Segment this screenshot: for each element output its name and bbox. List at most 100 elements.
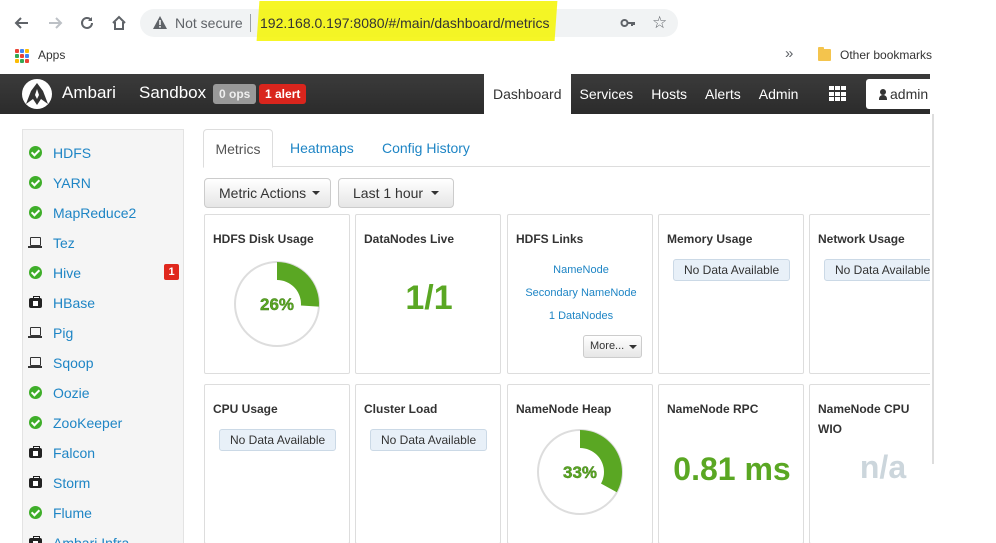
metric-actions-button[interactable]: Metric Actions xyxy=(204,178,331,208)
widget-network-usage[interactable]: Network Usage No Data Available xyxy=(809,214,942,374)
url-text[interactable]: 192.168.0.197:8080/#/main/dashboard/metr… xyxy=(260,15,550,31)
security-label: Not secure xyxy=(175,15,243,31)
nav-alerts[interactable]: Alerts xyxy=(696,74,750,114)
no-data-label: No Data Available xyxy=(219,429,337,451)
divider xyxy=(250,14,251,32)
alert-badge[interactable]: 1 alert xyxy=(259,84,307,104)
widget-hdfs-disk-usage[interactable]: HDFS Disk Usage 26% xyxy=(204,214,350,374)
service-name: YARN xyxy=(53,175,91,191)
address-bar[interactable]: Not secure 192.168.0.197:8080/#/main/das… xyxy=(140,1,678,41)
sidebar-item-flume[interactable]: Flume xyxy=(23,498,183,528)
cluster-name[interactable]: Sandbox xyxy=(139,83,206,103)
widget-value: 0.81 ms xyxy=(673,451,791,487)
page-margin xyxy=(930,74,996,543)
sidebar-item-sqoop[interactable]: Sqoop xyxy=(23,348,183,378)
widget-title: Memory Usage xyxy=(667,232,753,246)
sidebar-item-zookeeper[interactable]: ZooKeeper xyxy=(23,408,183,438)
services-sidebar: HDFS YARN MapReduce2 Tez Hive 1 HBase Pig… xyxy=(22,129,184,543)
tab-metrics[interactable]: Metrics xyxy=(203,129,273,168)
folder-icon xyxy=(818,47,831,61)
star-icon[interactable]: ☆ xyxy=(652,13,667,33)
sidebar-item-hive[interactable]: Hive 1 xyxy=(23,258,183,288)
nav-services[interactable]: Services xyxy=(571,74,643,114)
apps-icon[interactable] xyxy=(15,49,29,63)
home-icon[interactable] xyxy=(106,10,132,36)
sidebar-item-oozie[interactable]: Oozie xyxy=(23,378,183,408)
widget-title: NameNode CPU WIO xyxy=(818,402,910,436)
widget-namenode-cpu-wio[interactable]: NameNode CPU WIO n/a xyxy=(809,384,939,543)
widget-cpu-usage[interactable]: CPU Usage No Data Available xyxy=(204,384,350,543)
sidebar-item-storm[interactable]: Storm xyxy=(23,468,183,498)
service-name: Flume xyxy=(53,505,92,521)
medkit-icon xyxy=(29,476,42,489)
widget-title: Cluster Load xyxy=(364,402,438,416)
back-icon[interactable] xyxy=(9,10,35,36)
link-namenode[interactable]: NameNode xyxy=(508,264,654,276)
gauge-value: 33% xyxy=(563,463,597,482)
widget-memory-usage[interactable]: Memory Usage No Data Available xyxy=(658,214,804,374)
sidebar-item-mapreduce2[interactable]: MapReduce2 xyxy=(23,198,183,228)
gauge-value: 26% xyxy=(260,295,294,314)
widget-title: CPU Usage xyxy=(213,402,278,416)
tab-config-history[interactable]: Config History xyxy=(382,129,470,167)
laptop-icon xyxy=(28,236,42,249)
widget-hdfs-links[interactable]: HDFS Links NameNode Secondary NameNode 1… xyxy=(507,214,653,374)
check-circle-icon xyxy=(29,176,42,189)
service-name: ZooKeeper xyxy=(53,415,123,431)
nav-dashboard[interactable]: Dashboard xyxy=(484,74,571,114)
widget-title: NameNode Heap xyxy=(516,402,612,416)
reload-icon[interactable] xyxy=(74,10,100,36)
dashboard-tabs: Metrics Heatmaps Config History xyxy=(203,129,930,168)
service-name: Ambari Infra xyxy=(53,535,130,543)
sidebar-item-ambari-infra[interactable]: Ambari Infra xyxy=(23,528,183,543)
time-range-label: Last 1 hour xyxy=(353,185,424,201)
nav-admin[interactable]: Admin xyxy=(750,74,808,114)
service-name: Tez xyxy=(53,235,75,251)
link-secondary-namenode[interactable]: Secondary NameNode xyxy=(508,287,654,299)
browser-chrome: Not secure 192.168.0.197:8080/#/main/das… xyxy=(0,0,996,74)
medkit-icon xyxy=(29,296,42,309)
forward-icon[interactable] xyxy=(42,10,68,36)
caret-down-icon xyxy=(312,191,320,195)
pie-gauge: 33% xyxy=(537,429,623,515)
user-name: admin xyxy=(890,86,929,102)
tab-heatmaps[interactable]: Heatmaps xyxy=(290,129,354,167)
pie-gauge: 26% xyxy=(234,261,320,347)
bookmarks-bar: Apps » Other bookmarks xyxy=(0,42,996,70)
service-name: HBase xyxy=(53,295,96,311)
sidebar-item-hbase[interactable]: HBase xyxy=(23,288,183,318)
more-button[interactable]: More... xyxy=(583,335,642,358)
widget-namenode-heap[interactable]: NameNode Heap 33% xyxy=(507,384,653,543)
nav-hosts[interactable]: Hosts xyxy=(642,74,696,114)
sidebar-item-yarn[interactable]: YARN xyxy=(23,168,183,198)
metric-actions-label: Metric Actions xyxy=(219,185,307,201)
user-icon xyxy=(879,89,887,100)
time-range-button[interactable]: Last 1 hour xyxy=(338,178,454,208)
alert-count-badge[interactable]: 1 xyxy=(164,264,179,280)
scrollbar[interactable] xyxy=(932,114,934,464)
no-data-label: No Data Available xyxy=(824,259,942,281)
link-datanodes[interactable]: 1 DataNodes xyxy=(508,310,654,322)
ops-badge[interactable]: 0 ops xyxy=(213,84,257,104)
widget-cluster-load[interactable]: Cluster Load No Data Available xyxy=(355,384,501,543)
key-icon[interactable] xyxy=(620,15,636,31)
caret-down-icon xyxy=(629,345,637,349)
check-circle-icon xyxy=(29,206,42,219)
sidebar-item-tez[interactable]: Tez xyxy=(23,228,183,258)
widget-value: 1/1 xyxy=(405,279,453,317)
sidebar-item-falcon[interactable]: Falcon xyxy=(23,438,183,468)
ambari-logo-icon[interactable] xyxy=(22,79,52,109)
sidebar-item-pig[interactable]: Pig xyxy=(23,318,183,348)
apps-bookmark[interactable]: Apps xyxy=(38,48,65,62)
no-data-label: No Data Available xyxy=(370,429,488,451)
laptop-icon xyxy=(28,326,42,339)
brand-name[interactable]: Ambari xyxy=(62,83,116,103)
widget-namenode-rpc[interactable]: NameNode RPC 0.81 ms xyxy=(658,384,804,543)
more-bookmarks-icon[interactable]: » xyxy=(785,45,793,62)
views-grid-icon[interactable] xyxy=(829,86,846,102)
dashboard-content: Metrics Heatmaps Config History Metric A… xyxy=(203,129,942,543)
widget-datanodes-live[interactable]: DataNodes Live 1/1 xyxy=(355,214,501,374)
widget-title: NameNode RPC xyxy=(667,402,759,416)
other-bookmarks[interactable]: Other bookmarks xyxy=(840,48,932,62)
sidebar-item-hdfs[interactable]: HDFS xyxy=(23,138,183,168)
